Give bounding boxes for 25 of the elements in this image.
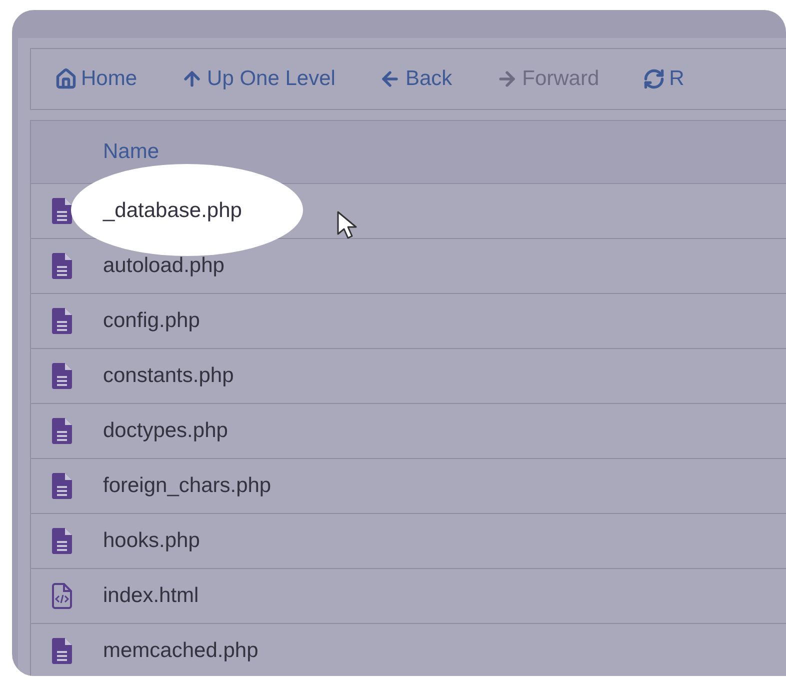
- code-file-icon: [52, 583, 72, 609]
- file-name[interactable]: foreign_chars.php: [103, 474, 272, 498]
- file-name[interactable]: memcached.php: [103, 639, 258, 663]
- document-icon: [52, 528, 72, 554]
- refresh-icon: [643, 68, 666, 90]
- file-name[interactable]: config.php: [103, 309, 200, 333]
- document-icon: [52, 418, 72, 444]
- document-icon: [52, 363, 72, 389]
- document-icon: [52, 198, 72, 224]
- toolbar-button[interactable]: Back: [379, 67, 452, 91]
- document-icon: [52, 638, 72, 664]
- file-name[interactable]: index.html: [103, 584, 199, 608]
- file-name[interactable]: autoload.php: [103, 254, 224, 278]
- file-name[interactable]: hooks.php: [103, 529, 200, 553]
- file-name[interactable]: _database.php: [103, 199, 242, 223]
- toolbar-button[interactable]: Up One Level: [181, 67, 336, 91]
- document-icon: [52, 473, 72, 499]
- mouse-pointer-icon: [336, 210, 358, 240]
- document-icon: [52, 253, 72, 279]
- file-name[interactable]: constants.php: [103, 364, 234, 388]
- file-name[interactable]: doctypes.php: [103, 419, 228, 443]
- document-icon: [52, 308, 72, 334]
- toolbar-button[interactable]: Home: [55, 67, 138, 91]
- home-icon: [55, 68, 77, 90]
- toolbar-button[interactable]: R: [643, 67, 684, 91]
